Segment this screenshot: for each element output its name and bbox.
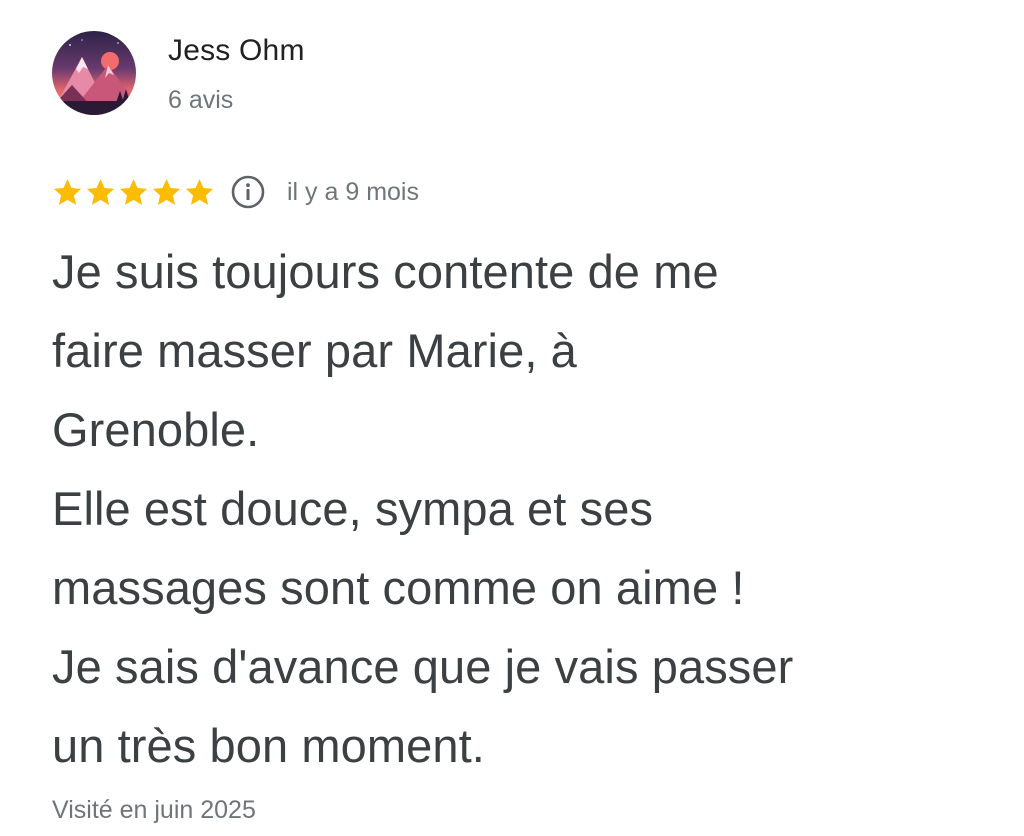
author-name[interactable]: Jess Ohm xyxy=(168,34,305,68)
star-icon xyxy=(86,178,115,205)
review-text-line: Elle est douce, sympa et ses xyxy=(52,482,654,535)
info-icon[interactable] xyxy=(230,174,266,210)
author-avatar[interactable] xyxy=(52,31,136,115)
star-icon xyxy=(119,178,148,205)
review-date: il y a 9 mois xyxy=(287,177,419,206)
review-text-line: Je suis toujours contente de me xyxy=(52,245,719,298)
review-text-line: Grenoble. xyxy=(52,403,260,456)
star-icon xyxy=(185,178,214,205)
visit-date: Visité en juin 2025 xyxy=(52,796,256,824)
star-rating xyxy=(51,176,216,209)
review-text-line: faire masser par Marie, à xyxy=(52,324,577,377)
review-text: Je suis toujours contente de me faire ma… xyxy=(52,232,992,785)
mountain-avatar-icon xyxy=(52,31,136,115)
review-card: Jess Ohm 6 avis il y a 9 mois Je suis to… xyxy=(0,0,1024,836)
star-icon xyxy=(53,178,82,205)
author-review-count: 6 avis xyxy=(168,86,234,114)
review-text-line: un très bon moment. xyxy=(52,719,485,772)
review-text-line: Je sais d'avance que je vais passer xyxy=(52,640,794,693)
star-icon xyxy=(152,178,181,205)
review-text-line: massages sont comme on aime ! xyxy=(52,561,745,614)
rating-row: il y a 9 mois xyxy=(51,170,419,214)
